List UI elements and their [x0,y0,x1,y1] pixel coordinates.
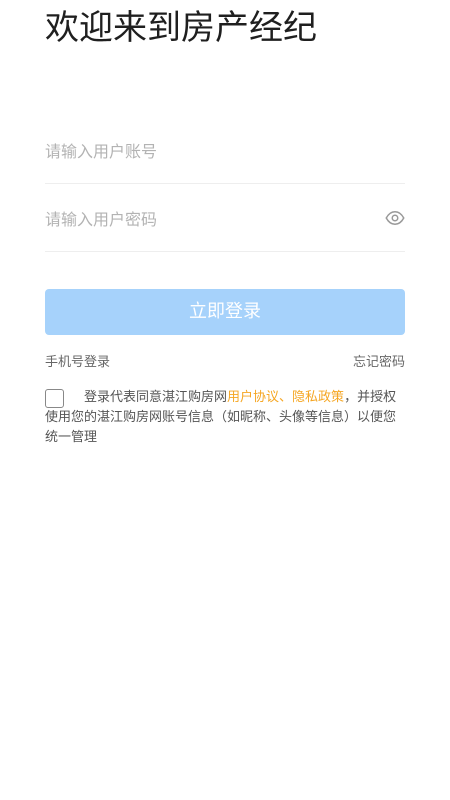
agreement-checkbox[interactable] [45,389,64,408]
privacy-policy-link[interactable]: 隐私政策 [292,390,344,405]
password-field[interactable] [45,186,405,252]
account-field[interactable] [45,118,405,184]
eye-icon[interactable] [385,208,405,228]
agreement-text: 登录代表同意湛江购房网用户协议、隐私政策，并授权使用您的湛江购房网账号信息（如昵… [45,388,407,448]
agreement-separator: 、 [279,390,293,405]
phone-login-link[interactable]: 手机号登录 [45,354,110,372]
user-agreement-link[interactable]: 用户协议 [227,390,279,405]
forgot-password-link[interactable]: 忘记密码 [353,354,405,372]
login-button[interactable]: 立即登录 [45,289,405,335]
page-title: 欢迎来到房产经纪 [45,8,317,48]
account-input[interactable] [45,118,375,184]
agreement-prefix: 登录代表同意湛江购房网 [84,390,228,405]
password-input[interactable] [45,186,375,252]
